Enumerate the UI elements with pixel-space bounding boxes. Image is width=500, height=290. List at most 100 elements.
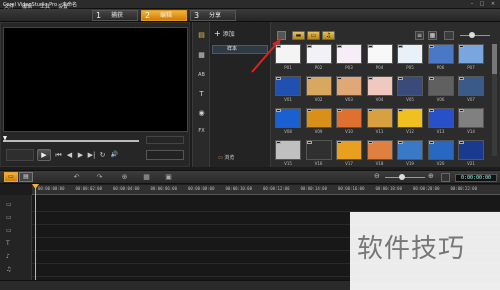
video-filter-icon[interactable]: ▬ <box>292 31 305 40</box>
media-type-icon <box>367 141 373 144</box>
library-thumbnail[interactable]: P02 <box>305 44 332 71</box>
undo-icon[interactable]: ↶ <box>72 173 81 182</box>
playhead[interactable] <box>35 185 36 280</box>
transition-icon[interactable]: AB <box>195 70 208 81</box>
instant-project-icon[interactable]: ▦ <box>195 50 208 61</box>
redo-icon[interactable]: ↷ <box>95 173 104 182</box>
next-frame-icon[interactable]: ▶ <box>76 150 85 160</box>
library-thumbnail[interactable]: V16 <box>305 140 332 167</box>
library-thumbnail[interactable]: V10 <box>336 108 362 135</box>
track-header-icon[interactable]: ▭ <box>6 213 26 222</box>
track-header-icon[interactable]: T <box>6 239 26 248</box>
thumbnail-size-knob[interactable] <box>469 32 475 38</box>
media-icon[interactable]: ▤ <box>195 30 208 41</box>
media-type-icon <box>428 45 434 48</box>
timeline-timecode[interactable]: 0:00:00:00 <box>455 174 497 182</box>
library-thumbnail[interactable]: P03 <box>336 44 362 71</box>
library-thumbnail[interactable]: V01 <box>275 76 301 103</box>
photo-filter-icon[interactable]: ▭ <box>307 31 320 40</box>
library-thumbnail[interactable]: V04 <box>366 76 393 103</box>
trim-markers[interactable] <box>146 136 184 144</box>
media-type-icon <box>337 77 342 80</box>
close-button[interactable]: × <box>489 1 497 7</box>
thumbnail-caption: V15 <box>284 161 292 166</box>
step-edit[interactable]: 2 编辑 <box>141 10 187 21</box>
graphic-icon[interactable]: ◉ <box>195 108 208 119</box>
preview-screen[interactable] <box>3 27 188 132</box>
library-thumbnail[interactable]: P05 <box>397 44 423 71</box>
library-thumbnail[interactable]: V09 <box>305 108 332 135</box>
thumbnail-size-slider[interactable] <box>460 35 490 36</box>
library-thumbnail[interactable]: V18 <box>366 140 393 167</box>
timeline-zoom-slider[interactable] <box>385 177 425 178</box>
track-header-icon[interactable]: ▭ <box>6 226 26 235</box>
audio-filter-icon[interactable]: ♫ <box>322 31 335 40</box>
fit-project-icon[interactable] <box>441 173 450 182</box>
filter-icon[interactable]: FX <box>195 126 208 137</box>
library-thumbnail[interactable]: V05 <box>397 76 423 103</box>
library-thumbnail[interactable]: V21 <box>458 140 484 167</box>
scrub-bar[interactable] <box>3 140 139 142</box>
thumbnail-caption: V20 <box>436 161 445 166</box>
track-header-icon[interactable]: ▭ <box>6 200 26 209</box>
end-icon[interactable]: ▶| <box>87 150 96 160</box>
library-thumbnail[interactable]: V06 <box>427 76 454 103</box>
maximize-button[interactable]: □ <box>478 1 486 7</box>
library-thumbnail[interactable]: V11 <box>366 108 393 135</box>
timecode-display[interactable] <box>146 150 184 160</box>
menu-edit[interactable]: 编辑 <box>22 3 32 10</box>
title-icon[interactable]: T <box>195 89 208 100</box>
volume-icon[interactable]: 🔊 <box>110 150 119 160</box>
browse-button[interactable]: ▭ 浏览 <box>218 154 234 161</box>
library-thumbnail[interactable]: P01 <box>275 44 301 71</box>
home-icon[interactable]: ⏮ <box>54 150 63 160</box>
play-button[interactable]: ▶ <box>37 149 51 161</box>
library-thumbnail[interactable]: P04 <box>366 44 393 71</box>
track-header-icon[interactable]: ♪ <box>6 252 26 261</box>
step-capture[interactable]: 1 捕获 <box>92 10 138 21</box>
zoom-in-icon[interactable]: ⊕ <box>428 172 434 180</box>
library-thumbnail[interactable]: V20 <box>427 140 454 167</box>
ruler-tick-label: 00:00:20:00 <box>413 186 440 191</box>
library-thumbnail[interactable]: P06 <box>427 44 454 71</box>
storyboard-view-button[interactable]: ▭ <box>4 172 18 182</box>
step-share[interactable]: 3 分享 <box>190 10 236 21</box>
library-thumbnail[interactable]: V08 <box>275 108 301 135</box>
timeline-view-button[interactable]: ▤ <box>19 172 33 182</box>
library-scroll-thumb[interactable] <box>492 44 497 74</box>
record-capture-icon[interactable]: ⊕ <box>120 173 129 182</box>
thumbnail-view-icon[interactable]: ▦ <box>428 31 437 40</box>
list-view-icon[interactable]: ≡ <box>415 31 424 40</box>
auto-music-icon[interactable]: ▣ <box>164 173 173 182</box>
media-type-icon <box>459 109 464 112</box>
browse-label: 浏览 <box>224 155 235 161</box>
library-thumbnail[interactable]: V03 <box>336 76 362 103</box>
repeat-icon[interactable]: ↻ <box>98 150 107 160</box>
add-folder-button[interactable]: + 添加 <box>214 29 235 38</box>
menu-tools[interactable]: 工具 <box>40 3 50 10</box>
library-thumbnail[interactable]: V13 <box>427 108 454 135</box>
library-thumbnail[interactable]: P07 <box>458 44 484 71</box>
menu-settings[interactable]: 设置 <box>58 3 68 10</box>
library-thumbnail[interactable]: V02 <box>305 76 332 103</box>
minimize-button[interactable]: – <box>468 1 476 7</box>
project-clip-toggle[interactable] <box>6 149 34 161</box>
step-label: 捕获 <box>111 12 124 19</box>
folder-icon: ▭ <box>218 155 223 161</box>
library-thumbnail[interactable]: V17 <box>336 140 362 167</box>
library-thumbnail[interactable]: V15 <box>275 140 301 167</box>
library-thumbnail[interactable]: V14 <box>458 108 484 135</box>
sort-icon[interactable] <box>444 31 454 40</box>
library-thumbnail[interactable]: V19 <box>397 140 423 167</box>
ruler-tick-label: 00:00:02:00 <box>75 186 103 191</box>
zoom-out-icon[interactable]: ⊖ <box>374 172 380 180</box>
ruler-tick-label: 00:00:10:00 <box>225 186 253 191</box>
library-thumbnail[interactable]: V07 <box>458 76 484 103</box>
previous-frame-icon[interactable]: ◀ <box>65 150 74 160</box>
timeline-zoom-knob[interactable] <box>399 174 405 180</box>
thumbnail-caption: V14 <box>467 129 475 134</box>
library-thumbnail[interactable]: V12 <box>397 108 423 135</box>
mixer-icon[interactable]: ▦ <box>142 173 151 182</box>
track-header-icon[interactable]: ♫ <box>6 265 26 274</box>
menu-file[interactable]: 文件 <box>4 3 14 10</box>
